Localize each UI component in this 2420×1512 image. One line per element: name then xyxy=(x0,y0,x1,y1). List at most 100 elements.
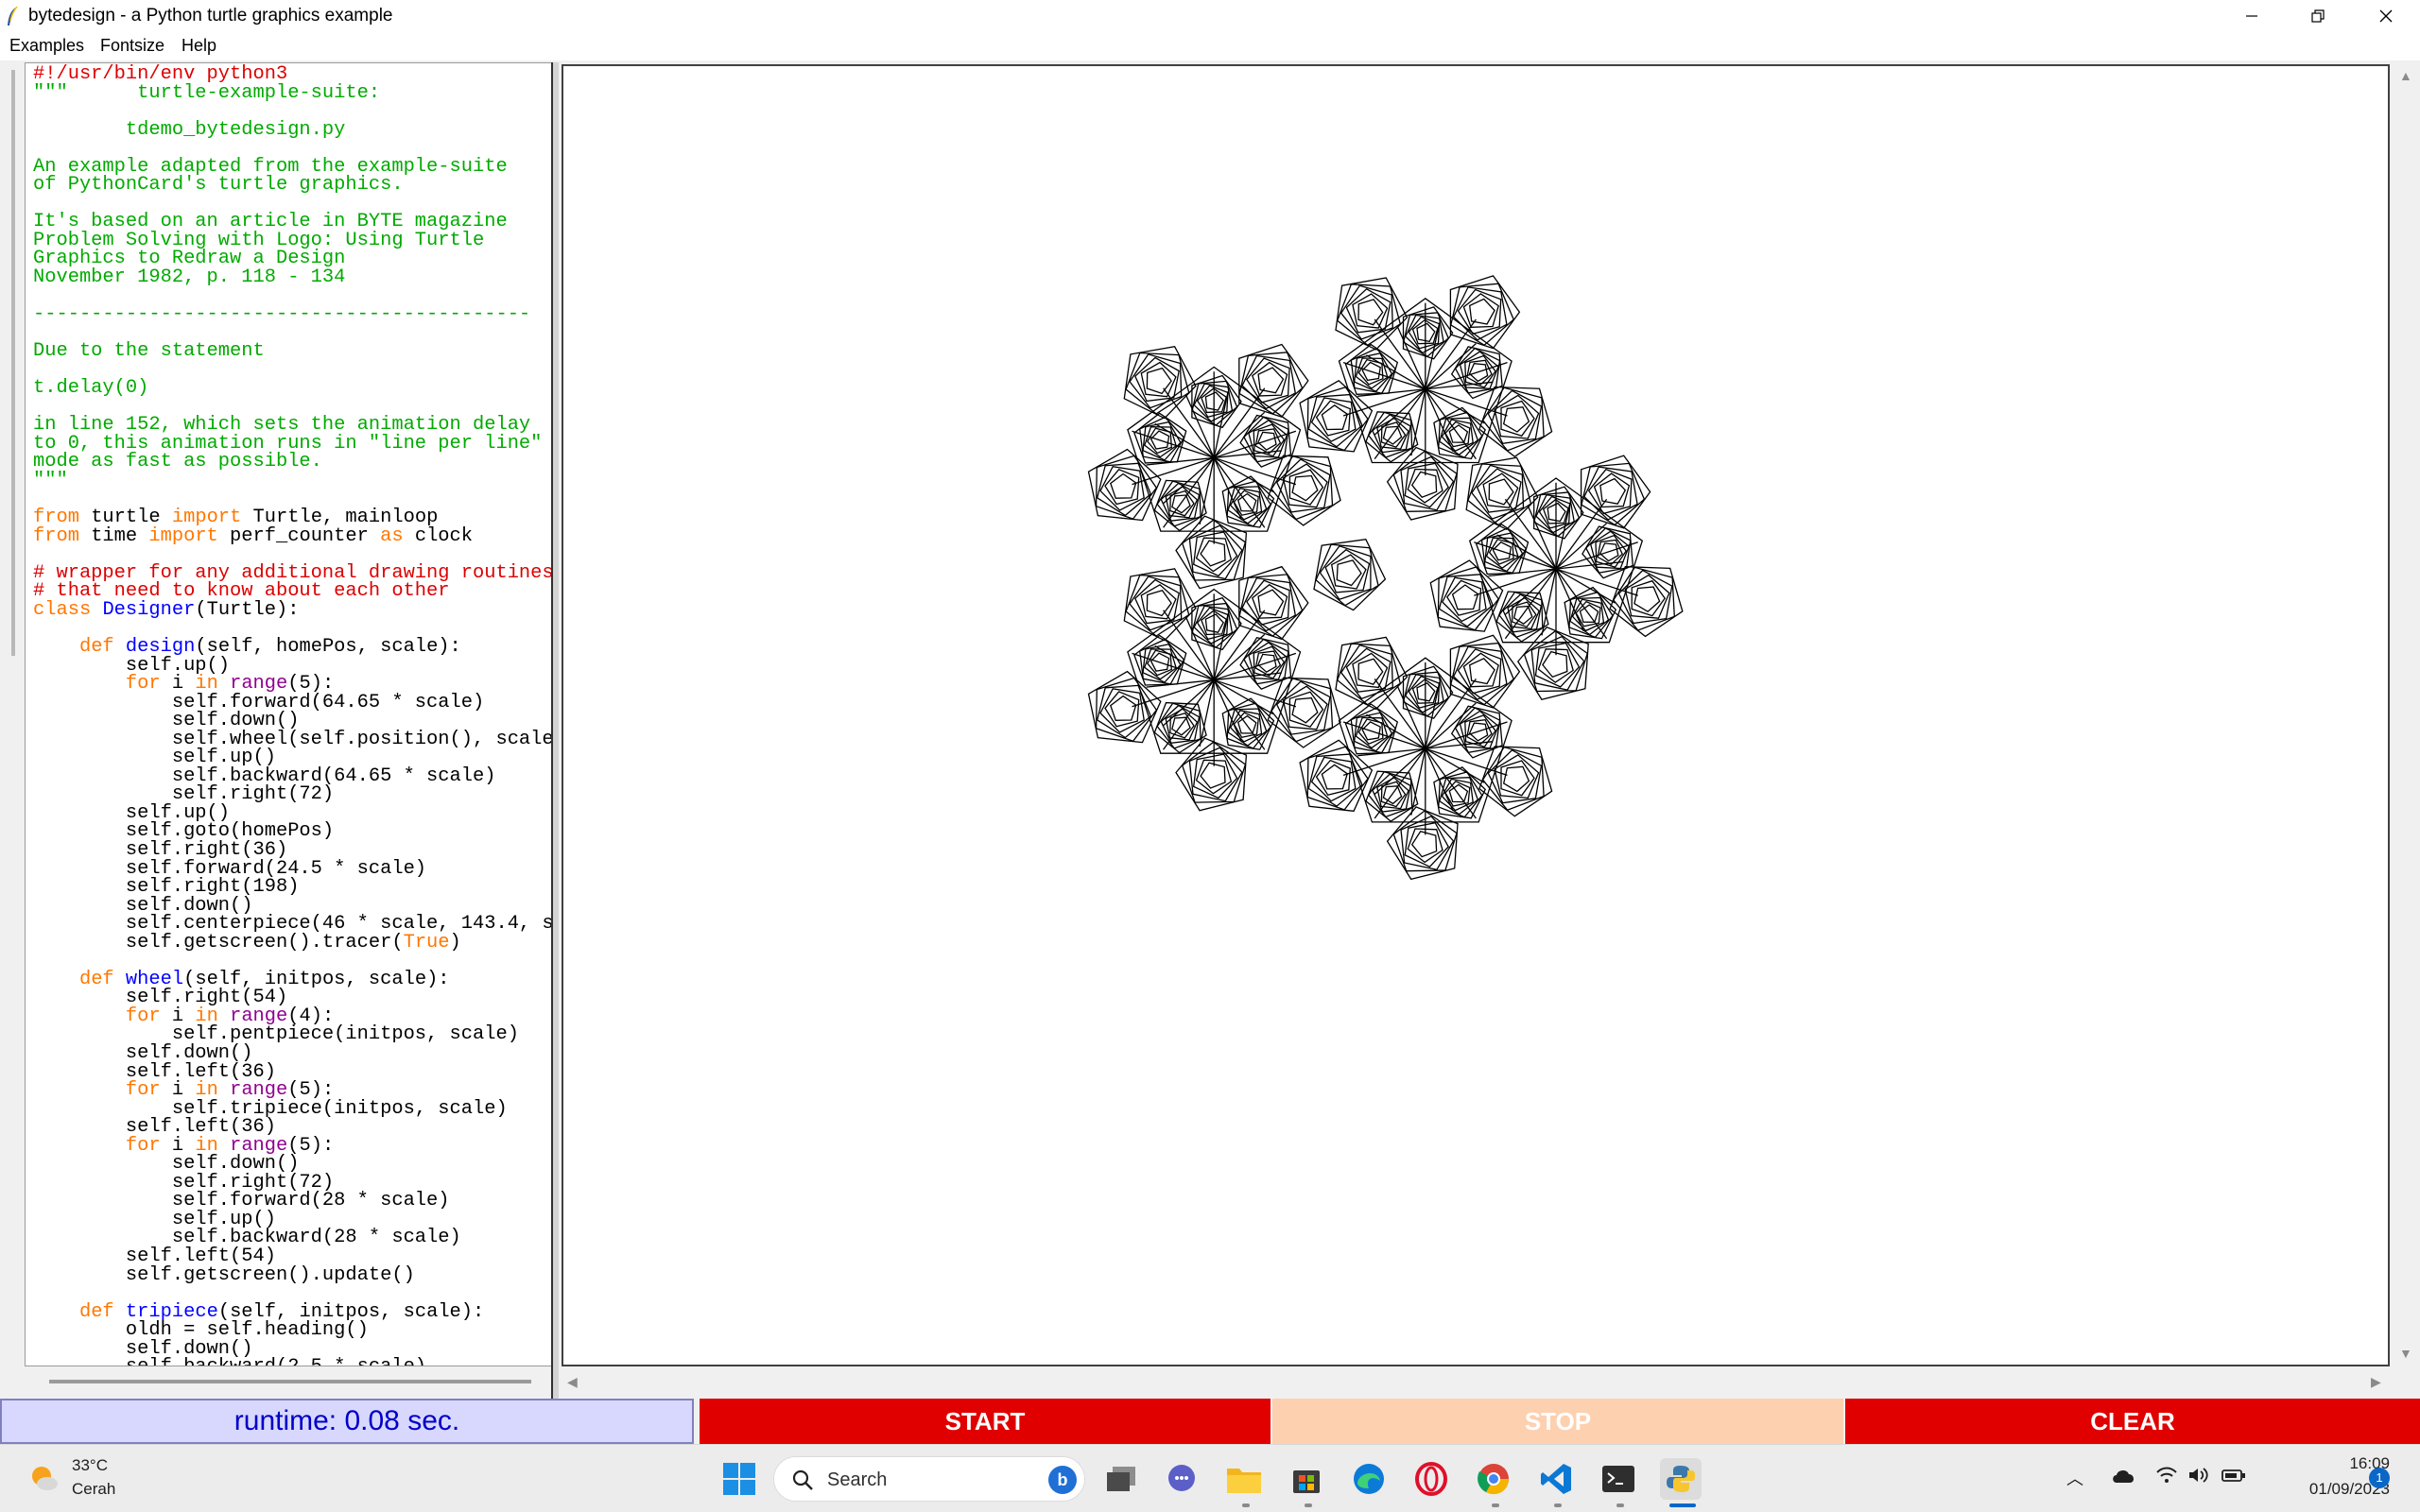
notification-badge[interactable]: 1 xyxy=(2369,1468,2390,1488)
opera-button[interactable] xyxy=(1410,1458,1452,1500)
code-token: November 1982, p. 118 - 134 xyxy=(33,266,346,289)
code-line: mode as fast as possible. xyxy=(33,451,553,473)
code-line: self.getscreen().tracer(True) xyxy=(33,931,553,954)
python-turtle-button[interactable] xyxy=(1660,1458,1702,1500)
close-button[interactable] xyxy=(2354,0,2418,32)
microsoft-store-button[interactable] xyxy=(1286,1458,1327,1500)
terminal-icon xyxy=(1602,1466,1634,1492)
edge-icon xyxy=(1354,1464,1384,1494)
python-icon xyxy=(1667,1466,1695,1492)
chevron-up-icon[interactable]: ︿ xyxy=(2066,1466,2083,1490)
code-token: as xyxy=(380,524,404,547)
menu-examples[interactable]: Examples xyxy=(9,36,84,56)
folder-icon xyxy=(1227,1469,1261,1493)
restore-icon xyxy=(2311,9,2325,23)
scroll-up-arrow-icon[interactable]: ▲ xyxy=(2399,68,2412,83)
active-indicator xyxy=(1669,1503,1696,1507)
source-code: #!/usr/bin/env python3 """ turtle-example… xyxy=(33,64,553,1366)
terminal-button[interactable] xyxy=(1598,1458,1639,1500)
code-token: Designer xyxy=(102,598,196,621)
code-line: of PythonCard's turtle graphics. xyxy=(33,174,553,197)
task-view-icon xyxy=(1107,1467,1135,1491)
code-token: ----------------------------------------… xyxy=(33,303,531,326)
code-token: perf_counter xyxy=(217,524,381,547)
code-token: from xyxy=(33,524,79,547)
taskbar: 33°C Cerah Search b ︿ 16:09 01/09/2023 1 xyxy=(0,1444,2420,1512)
edge-button[interactable] xyxy=(1348,1458,1390,1500)
code-line: tdemo_bytedesign.py xyxy=(33,120,553,139)
vs-code-button[interactable] xyxy=(1535,1458,1577,1500)
file-explorer-button[interactable] xyxy=(1223,1458,1265,1500)
editor-vertical-scrollbar[interactable] xyxy=(4,62,23,1395)
task-view-button[interactable] xyxy=(1100,1458,1142,1500)
code-token: self.getscreen().tracer( xyxy=(33,931,404,954)
editor-horizontal-scrollbar[interactable] xyxy=(25,1368,554,1393)
scroll-left-arrow-icon[interactable]: ◀ xyxy=(567,1374,578,1390)
code-line: """ xyxy=(33,470,553,492)
battery-icon[interactable] xyxy=(2221,1466,2246,1485)
opera-icon xyxy=(1415,1462,1447,1496)
code-token: mode as fast as possible. xyxy=(33,451,322,473)
runtime-label: runtime: 0.08 sec. xyxy=(0,1399,694,1444)
cloud-icon[interactable] xyxy=(2110,1466,2136,1485)
menu-help[interactable]: Help xyxy=(182,36,216,56)
turtle-canvas[interactable] xyxy=(562,64,2390,1366)
canvas-horizontal-scrollbar[interactable]: ◀ ▶ xyxy=(562,1370,2390,1395)
minimize-icon xyxy=(2246,15,2257,17)
code-token: t.delay(0) xyxy=(33,377,149,400)
running-indicator xyxy=(1554,1503,1562,1507)
chat-icon xyxy=(1168,1465,1195,1491)
code-token: of PythonCard's turtle graphics. xyxy=(33,174,404,197)
running-indicator xyxy=(1492,1503,1499,1507)
code-editor[interactable]: #!/usr/bin/env python3 """ turtle-example… xyxy=(25,62,554,1366)
code-token: True xyxy=(403,931,450,954)
editor-horizontal-scroll-thumb[interactable] xyxy=(49,1380,531,1383)
code-token: self.backward(2.5 * scale) xyxy=(33,1356,426,1366)
sun-cloud-icon[interactable] xyxy=(26,1461,60,1495)
code-token: (Turtle): xyxy=(195,598,300,621)
weather-description[interactable]: Cerah xyxy=(72,1480,115,1499)
code-token: import xyxy=(148,524,218,547)
code-line: """ turtle-example-suite: xyxy=(33,83,553,102)
start-button[interactable]: START xyxy=(700,1399,1270,1444)
start-menu-button[interactable] xyxy=(718,1458,760,1500)
chrome-button[interactable] xyxy=(1473,1458,1514,1500)
pane-splitter[interactable] xyxy=(551,62,559,1399)
teams-chat-button[interactable] xyxy=(1161,1458,1202,1500)
code-line: November 1982, p. 118 - 134 xyxy=(33,266,553,289)
code-line: from time import perf_counter as clock xyxy=(33,524,553,547)
code-token: Due to the statement xyxy=(33,340,265,363)
weather-temperature[interactable]: 33°C xyxy=(72,1456,108,1475)
scroll-down-arrow-icon[interactable]: ▼ xyxy=(2399,1346,2412,1361)
taskbar-search[interactable]: Search b xyxy=(773,1456,1085,1502)
bing-icon[interactable]: b xyxy=(1048,1466,1077,1494)
speaker-icon[interactable] xyxy=(2187,1466,2210,1485)
code-token: """ xyxy=(33,470,68,492)
search-icon xyxy=(792,1469,813,1490)
close-icon xyxy=(2379,9,2393,23)
wifi-icon[interactable] xyxy=(2155,1466,2178,1485)
stop-button[interactable]: STOP xyxy=(1272,1399,1843,1444)
turtle-lines xyxy=(1087,275,1684,881)
menu-fontsize[interactable]: Fontsize xyxy=(100,36,164,56)
store-icon xyxy=(1293,1470,1320,1493)
feather-icon xyxy=(8,6,18,26)
search-placeholder: Search xyxy=(827,1469,888,1490)
scroll-right-arrow-icon[interactable]: ▶ xyxy=(2371,1374,2381,1390)
minimize-button[interactable] xyxy=(2220,0,2284,32)
byte-design-drawing xyxy=(1087,275,1684,881)
vs-code-icon xyxy=(1541,1464,1571,1494)
code-token: (self, homePos, scale): xyxy=(195,635,461,658)
windows-icon xyxy=(723,1463,755,1495)
canvas-vertical-scrollbar[interactable]: ▲ ▼ xyxy=(2392,64,2418,1366)
editor-vertical-scroll-thumb[interactable] xyxy=(11,70,15,656)
clear-button[interactable]: CLEAR xyxy=(1845,1399,2420,1444)
running-indicator xyxy=(1616,1503,1624,1507)
code-line: t.delay(0) xyxy=(33,377,553,400)
menu-bar: Examples Fontsize Help xyxy=(0,32,2420,60)
running-indicator xyxy=(1242,1503,1250,1507)
code-line: class Designer(Turtle): xyxy=(33,598,553,621)
chrome-icon xyxy=(1478,1464,1510,1495)
restore-button[interactable] xyxy=(2286,0,2350,32)
